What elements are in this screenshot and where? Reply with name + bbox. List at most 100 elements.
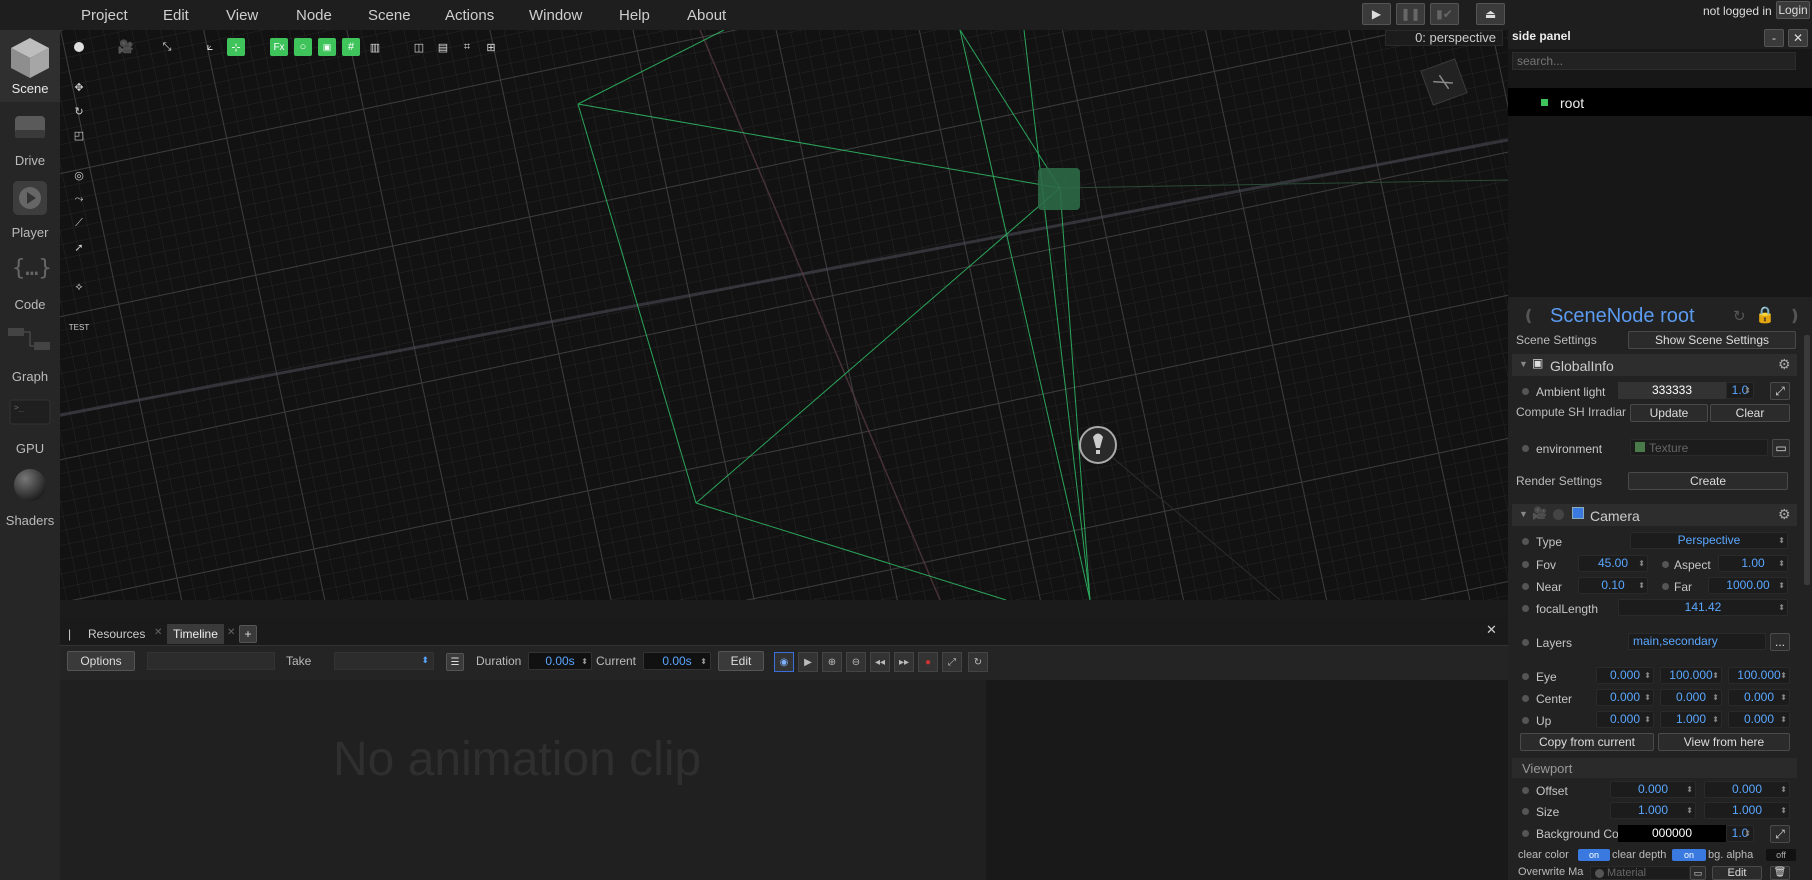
zoom-in-icon[interactable]: ⊕ (822, 652, 842, 672)
clip-name-input[interactable] (147, 652, 275, 670)
record-dot-button[interactable] (70, 38, 88, 56)
menu-actions[interactable]: Actions (445, 7, 494, 24)
texture-input[interactable]: Texture (1630, 439, 1768, 456)
3d-viewport[interactable]: 🎥 ⤡ ⟀ ⊹ Fx ○ ▣ # ▥ ◫ ▤ ⌗ ⊞ 0: perspectiv… (60, 30, 1508, 600)
folder-icon[interactable]: ▭ (1690, 866, 1706, 880)
folder-icon[interactable]: ▭ (1772, 439, 1790, 457)
fx-toggle[interactable]: Fx (270, 38, 288, 56)
keyframe-dot[interactable] (1522, 830, 1529, 837)
camera-view-label[interactable]: 0: perspective (1385, 30, 1503, 46)
menu-window[interactable]: Window (529, 7, 582, 24)
eject-button[interactable]: ⏏ (1476, 3, 1505, 25)
video-camera-icon[interactable]: ⌗ (458, 38, 476, 56)
offset-x-input[interactable]: 0.000 (1610, 781, 1696, 798)
layers-icon[interactable]: ◫ (410, 38, 428, 56)
film-icon[interactable]: ▥ (366, 38, 384, 56)
size-y-input[interactable]: 1.000 (1704, 802, 1790, 819)
tree-root-label[interactable]: root (1560, 95, 1584, 111)
sidebar-item-scene[interactable]: Scene (0, 30, 60, 102)
keyframe-dot[interactable] (1662, 583, 1669, 590)
focal-length-input[interactable]: 141.42 (1618, 599, 1788, 616)
aspect-input[interactable]: 1.00 (1718, 555, 1788, 572)
scale-tool-icon[interactable]: ⤡ (158, 38, 176, 56)
menu-lines-icon[interactable]: ☰ (446, 653, 464, 671)
keyframe-dot[interactable] (1522, 639, 1529, 646)
offset-y-input[interactable]: 0.000 (1704, 781, 1790, 798)
expand-icon[interactable]: ⤢ (942, 652, 962, 672)
keyframe-dot[interactable] (1522, 808, 1529, 815)
lock-icon[interactable]: 🔒 (1755, 305, 1775, 325)
create-button[interactable]: Create (1628, 472, 1788, 490)
keyframe-dot[interactable] (1522, 673, 1529, 680)
login-button[interactable]: Login (1776, 1, 1810, 19)
current-input[interactable]: 0.00s (643, 652, 711, 670)
layers-input[interactable]: main,secondary (1628, 633, 1766, 650)
eye-icon[interactable]: ◉ (774, 652, 794, 672)
keyframe-dot[interactable] (1522, 445, 1529, 452)
menu-help[interactable]: Help (619, 7, 650, 24)
zoom-out-icon[interactable]: ⊖ (846, 652, 866, 672)
overwrite-edit-button[interactable]: Edit (1712, 866, 1762, 880)
fov-input[interactable]: 45.00 (1578, 555, 1648, 572)
menu-project[interactable]: Project (81, 7, 128, 24)
pivot-icon[interactable]: ◎ (70, 166, 88, 184)
next-arrow-icon[interactable]: ❫ (1788, 306, 1801, 326)
add-tab-button[interactable]: + (239, 625, 257, 643)
grid-toggle-icon[interactable]: # (342, 38, 360, 56)
update-button[interactable]: Update (1630, 404, 1708, 422)
gizmo-toggle-icon[interactable]: ▣ (318, 38, 336, 56)
close-panel-icon[interactable]: ✕ (1486, 622, 1497, 638)
bone-tool-icon[interactable]: ⤳ (70, 190, 88, 208)
keyframe-dot[interactable] (1522, 695, 1529, 702)
scale-box-icon[interactable]: ◰ (70, 126, 88, 144)
color-picker-icon[interactable]: ⤢ (1770, 382, 1790, 400)
options-button[interactable]: Options (67, 651, 135, 671)
refresh-icon[interactable]: ↻ (1733, 307, 1746, 325)
move-tool-icon[interactable]: ✥ (70, 78, 88, 96)
keyframe-dot[interactable] (1522, 605, 1529, 612)
step-button[interactable]: ▮✔ (1430, 3, 1459, 25)
show-scene-settings-button[interactable]: Show Scene Settings (1628, 331, 1796, 349)
color-picker-icon[interactable]: ⤢ (1770, 825, 1790, 843)
trash-icon[interactable]: 🗑 (1770, 866, 1790, 880)
close-tab-icon[interactable]: ✕ (227, 627, 235, 638)
duration-input[interactable]: 0.00s (528, 652, 592, 670)
menu-edit[interactable]: Edit (163, 7, 189, 24)
far-input[interactable]: 1000.00 (1708, 577, 1788, 594)
up-x-input[interactable]: 0.000 (1596, 711, 1654, 728)
layers-more-button[interactable]: ... (1770, 633, 1790, 651)
sidebar-item-graph[interactable]: Graph (0, 318, 60, 390)
bg-alpha-toggle[interactable]: off (1766, 849, 1796, 861)
eye-z-input[interactable]: 100.000 (1728, 667, 1790, 684)
tree-root-row[interactable] (1508, 88, 1812, 116)
record-icon[interactable]: ● (918, 652, 938, 672)
center-x-input[interactable]: 0.000 (1596, 689, 1654, 706)
keyframe-dot[interactable] (1522, 388, 1529, 395)
minimize-button[interactable]: - (1764, 29, 1784, 47)
clear-depth-toggle[interactable]: on (1672, 849, 1706, 861)
close-side-panel-button[interactable]: ✕ (1788, 29, 1808, 47)
collapse-icon[interactable]: ▼ (1519, 509, 1528, 519)
tab-resources[interactable]: Resources (82, 624, 151, 644)
camera-type-select[interactable]: Perspective (1630, 532, 1788, 549)
line-tool-icon[interactable]: ⟋ (70, 214, 88, 232)
close-tab-icon[interactable]: ✕ (154, 627, 162, 638)
measure-tool-icon[interactable]: ⟡ (70, 278, 88, 296)
gear-icon[interactable]: ⚙ (1778, 506, 1791, 523)
sidebar-item-code[interactable]: {…} Code (0, 246, 60, 318)
ambient-alpha-input[interactable]: 1.0 (1726, 382, 1754, 399)
toggle-dot[interactable] (1553, 509, 1564, 520)
rotate-tool-icon[interactable]: ↻ (70, 102, 88, 120)
material-input[interactable]: Material (1590, 866, 1690, 880)
edit-button[interactable]: Edit (718, 651, 764, 671)
keyframe-dot[interactable] (1522, 717, 1529, 724)
up-y-input[interactable]: 1.000 (1660, 711, 1722, 728)
select-tool-icon[interactable]: ➚ (70, 238, 88, 256)
axes-icon[interactable]: ⟀ (201, 38, 219, 56)
play-icon[interactable]: ▶ (798, 652, 818, 672)
take-select[interactable]: ⬍ (334, 652, 434, 670)
menu-node[interactable]: Node (296, 7, 332, 24)
menu-about[interactable]: About (687, 7, 726, 24)
copy-from-current-button[interactable]: Copy from current (1520, 733, 1654, 751)
camera-icon[interactable]: 🎥 (117, 38, 135, 56)
